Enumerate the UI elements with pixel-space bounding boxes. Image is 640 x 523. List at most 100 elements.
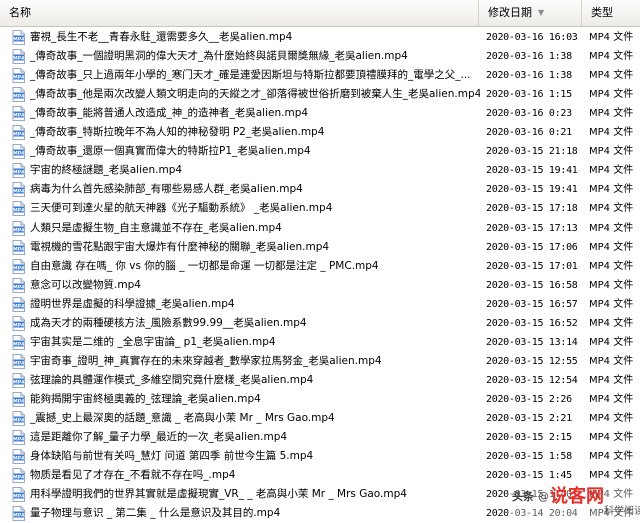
file-type: MP4 文件 xyxy=(589,70,634,82)
file-type: MP4 文件 xyxy=(589,165,634,177)
column-header-date[interactable]: 修改日期 ▼ xyxy=(479,0,582,26)
mp4-file-icon: MP4 xyxy=(12,411,25,426)
file-row[interactable]: MP4 電視機的雪花點跟宇宙大爆炸有什麼神秘的關聯_老吳alien.mp4 2020… xyxy=(0,238,640,257)
file-row[interactable]: MP4 宇宙奇事_證明_神_真實存在的未來穿越者_數學家拉馬努金_老吳alien.… xyxy=(0,352,640,371)
file-row[interactable]: MP4 量子物理与意识 _ 第二集 _ 什么是意识及其目的.mp4 2020-03-… xyxy=(0,504,640,523)
file-name[interactable]: 宇宙的終極謎題_老吳alien.mp4 xyxy=(30,161,480,180)
file-type: MP4 文件 xyxy=(589,508,634,520)
file-date: 2020-03-15 17:01 xyxy=(486,260,578,272)
file-name[interactable]: 病毒为什么首先感染肺部_有哪些易感人群_老吳alien.mp4 xyxy=(30,180,480,199)
file-date: 2020-03-15 17:18 xyxy=(486,203,578,215)
svg-text:MP4: MP4 xyxy=(13,170,24,176)
file-row[interactable]: MP4 _傳奇故事_只上過兩年小學的_寒门天才_確是連愛因斯坦与特斯拉都要頂禮膜拜… xyxy=(0,66,640,85)
mp4-file-icon: MP4 xyxy=(12,182,25,198)
file-date: 2020-03-15 16:52 xyxy=(486,317,578,329)
file-row[interactable]: MP4 _傳奇故事_他是兩次改變人類文明走向的天縱之才_卻落得被世俗折磨到被棄人生… xyxy=(0,85,640,104)
file-row[interactable]: MP4 _傳奇故事_還原一個真實而偉大的特斯拉P1_老吳alien.mp4 2020… xyxy=(0,142,640,161)
file-row[interactable]: MP4 人類只是虛擬生物_自主意識並不存在_老吳alien.mp4 2020-03-… xyxy=(0,219,640,238)
svg-text:MP4: MP4 xyxy=(13,227,24,233)
file-row[interactable]: MP4 _傳奇故事_特斯拉晚年不為人知的神秘發明 P2_老吳alien.mp4 20… xyxy=(0,123,640,142)
file-type: MP4 文件 xyxy=(589,184,634,196)
file-name[interactable]: 成為天才的兩種硬核方法_風險系數99.99__老吳alien.mp4 xyxy=(30,314,480,333)
file-row[interactable]: MP4 成為天才的兩種硬核方法_風險系數99.99__老吳alien.mp4 202… xyxy=(0,314,640,333)
file-row[interactable]: MP4 身体缺陷与前世有关吗_慧灯 问道 第四季 前世今生篇 5.mp4 2020-… xyxy=(0,447,640,466)
file-date: 2020-03-15 17:06 xyxy=(486,241,578,253)
mp4-file-icon: MP4 xyxy=(12,106,25,122)
file-row[interactable]: MP4 用科學證明我們的世界其實就是虛擬現實_VR_ _ 老高與小茉 Mr _ M… xyxy=(0,485,640,504)
file-name[interactable]: 身体缺陷与前世有关吗_慧灯 问道 第四季 前世今生篇 5.mp4 xyxy=(30,447,480,466)
mp4-file-icon: MP4 xyxy=(12,468,25,484)
file-date: 2020-03-15 2:15 xyxy=(486,432,572,444)
mp4-file-icon: MP4 xyxy=(12,49,25,64)
file-name[interactable]: _震撼_史上最深奧的話題_意識 _ 老高與小茉 Mr _ Mrs Gao.mp4 xyxy=(30,409,480,428)
file-row[interactable]: MP4 意念可以改變物質.mp4 2020-03-15 16:58 MP4 文件 xyxy=(0,276,640,295)
file-name[interactable]: _傳奇故事_還原一個真實而偉大的特斯拉P1_老吳alien.mp4 xyxy=(30,142,480,161)
file-row[interactable]: MP4 _傳奇故事_一個證明黑洞的偉大天才_為什麼始終與諾貝爾獎無緣_老吳alie… xyxy=(0,47,640,66)
mp4-file-icon: MP4 xyxy=(12,430,25,445)
file-row[interactable]: MP4 _震撼_史上最深奧的話題_意識 _ 老高與小茉 Mr _ Mrs Gao.… xyxy=(0,409,640,428)
file-date: 2020-03-16 16:03 xyxy=(486,32,578,43)
file-row[interactable]: MP4 物质是看见了才存在_不看就不存在吗_.mp4 2020-03-15 1:45… xyxy=(0,466,640,485)
file-date: 2020-03-15 16:58 xyxy=(486,279,578,291)
file-row[interactable]: MP4 這是距離你了解_量子力學_最近的一次_老吳alien.mp4 2020-03… xyxy=(0,428,640,447)
file-name[interactable]: 宇宙其实是二维的 _全息宇宙論_ p1_老吳alien.mp4 xyxy=(30,333,480,352)
svg-text:MP4: MP4 xyxy=(13,513,24,519)
svg-text:MP4: MP4 xyxy=(13,94,24,100)
file-type: MP4 文件 xyxy=(589,393,634,405)
file-row[interactable]: MP4 宇宙其实是二维的 _全息宇宙論_ p1_老吳alien.mp4 2020-0… xyxy=(0,333,640,352)
file-name[interactable]: 弦理論的具體運作模式_多維空間究竟什麼樣_老吳alien.mp4 xyxy=(30,371,480,390)
file-row[interactable]: MP4 _傳奇故事_能將普通人改造成_神_的造神者_老吳alien.mp4 2020… xyxy=(0,104,640,123)
file-type: MP4 文件 xyxy=(589,451,634,463)
column-header-name-label: 名称 xyxy=(9,6,31,19)
file-row[interactable]: MP4 病毒为什么首先感染肺部_有哪些易感人群_老吳alien.mp4 2020-0… xyxy=(0,180,640,199)
mp4-file-icon: MP4 xyxy=(12,372,25,388)
file-name[interactable]: _傳奇故事_只上過兩年小學的_寒门天才_確是連愛因斯坦与特斯拉都要頂禮膜拜的_電… xyxy=(30,66,480,85)
file-type: MP4 文件 xyxy=(589,317,634,329)
file-name[interactable]: _傳奇故事_能將普通人改造成_神_的造神者_老吳alien.mp4 xyxy=(30,104,480,123)
svg-text:MP4: MP4 xyxy=(13,494,24,500)
file-name[interactable]: 電視機的雪花點跟宇宙大爆炸有什麼神秘的關聯_老吳alien.mp4 xyxy=(30,238,480,257)
file-type: MP4 文件 xyxy=(589,298,634,310)
svg-text:MP4: MP4 xyxy=(13,398,24,404)
file-row[interactable]: MP4 三天便可到達火星的航天神器《光子驅動系統》 _老吳alien.mp4 202… xyxy=(0,199,640,218)
file-row[interactable]: MP4 證明世界是虛擬的科學證據_老吳alien.mp4 2020-03-15 16… xyxy=(0,295,640,314)
file-name[interactable]: _傳奇故事_他是兩次改變人類文明走向的天縱之才_卻落得被世俗折磨到被棄人生_老吳… xyxy=(30,85,480,104)
mp4-file-icon: MP4 xyxy=(12,449,25,464)
file-date: 2020-03-16 1:38 xyxy=(486,51,572,63)
file-row[interactable]: MP4 自由意識 存在嗎_ 你 vs 你的腦 _ 一切都是命運 一切都是注定 _ … xyxy=(0,257,640,276)
file-name[interactable]: 證明世界是虛擬的科學證據_老吳alien.mp4 xyxy=(30,295,480,314)
file-name[interactable]: 量子物理与意识 _ 第二集 _ 什么是意识及其目的.mp4 xyxy=(30,504,480,523)
file-name[interactable]: 能夠揭開宇宙終極奧義的_弦理論_老吳alien.mp4 xyxy=(30,390,480,409)
mp4-file-icon: MP4 xyxy=(12,144,25,160)
file-name[interactable]: 人類只是虛擬生物_自主意識並不存在_老吳alien.mp4 xyxy=(30,219,480,238)
svg-text:MP4: MP4 xyxy=(13,360,24,366)
file-type: MP4 文件 xyxy=(589,355,634,367)
mp4-file-icon: MP4 xyxy=(12,506,25,522)
file-name[interactable]: 自由意識 存在嗎_ 你 vs 你的腦 _ 一切都是命運 一切都是注定 _ PMC… xyxy=(30,257,480,276)
file-date: 2020-03-14 20:04 xyxy=(486,508,578,520)
svg-text:MP4: MP4 xyxy=(13,417,24,423)
file-name[interactable]: 物质是看见了才存在_不看就不存在吗_.mp4 xyxy=(30,466,480,485)
file-name[interactable]: _傳奇故事_特斯拉晚年不為人知的神秘發明 P2_老吳alien.mp4 xyxy=(30,123,480,142)
file-row[interactable]: MP4 弦理論的具體運作模式_多維空間究竟什麼樣_老吳alien.mp4 2020-… xyxy=(0,371,640,390)
mp4-file-icon: MP4 xyxy=(12,258,25,274)
file-date: 2020-03-15 1:45 xyxy=(486,470,572,482)
file-name[interactable]: 審視_長生不老__青春永駐_還需要多久__老吳alien.mp4 xyxy=(30,28,480,47)
file-name[interactable]: 用科學證明我們的世界其實就是虛擬現實_VR_ _ 老高與小茉 Mr _ Mrs … xyxy=(30,485,480,504)
column-header-type[interactable]: 类型 xyxy=(582,0,640,26)
file-row[interactable]: MP4 能夠揭開宇宙終極奧義的_弦理論_老吳alien.mp4 2020-03-15… xyxy=(0,390,640,409)
svg-text:MP4: MP4 xyxy=(13,303,24,309)
svg-text:MP4: MP4 xyxy=(13,189,24,195)
file-name[interactable]: 這是距離你了解_量子力學_最近的一次_老吳alien.mp4 xyxy=(30,428,480,447)
mp4-file-icon: MP4 xyxy=(12,87,25,103)
svg-text:MP4: MP4 xyxy=(13,36,24,42)
file-name[interactable]: 意念可以改變物質.mp4 xyxy=(30,276,480,295)
file-row[interactable]: MP4 宇宙的終極謎題_老吳alien.mp4 2020-03-15 19:41 MP… xyxy=(0,161,640,180)
file-row[interactable]: MP4 審視_長生不老__青春永駐_還需要多久__老吳alien.mp4 2020-… xyxy=(0,28,640,47)
file-name[interactable]: 宇宙奇事_證明_神_真實存在的未來穿越者_數學家拉馬努金_老吳alien.mp4 xyxy=(30,352,480,371)
file-name[interactable]: 三天便可到達火星的航天神器《光子驅動系統》 _老吳alien.mp4 xyxy=(30,199,480,218)
column-header-name[interactable]: 名称 xyxy=(0,0,479,26)
svg-text:MP4: MP4 xyxy=(13,208,24,214)
file-type: MP4 文件 xyxy=(589,108,634,120)
file-name[interactable]: _傳奇故事_一個證明黑洞的偉大天才_為什麼始終與諾貝爾獎無緣_老吳alien.m… xyxy=(30,47,480,66)
